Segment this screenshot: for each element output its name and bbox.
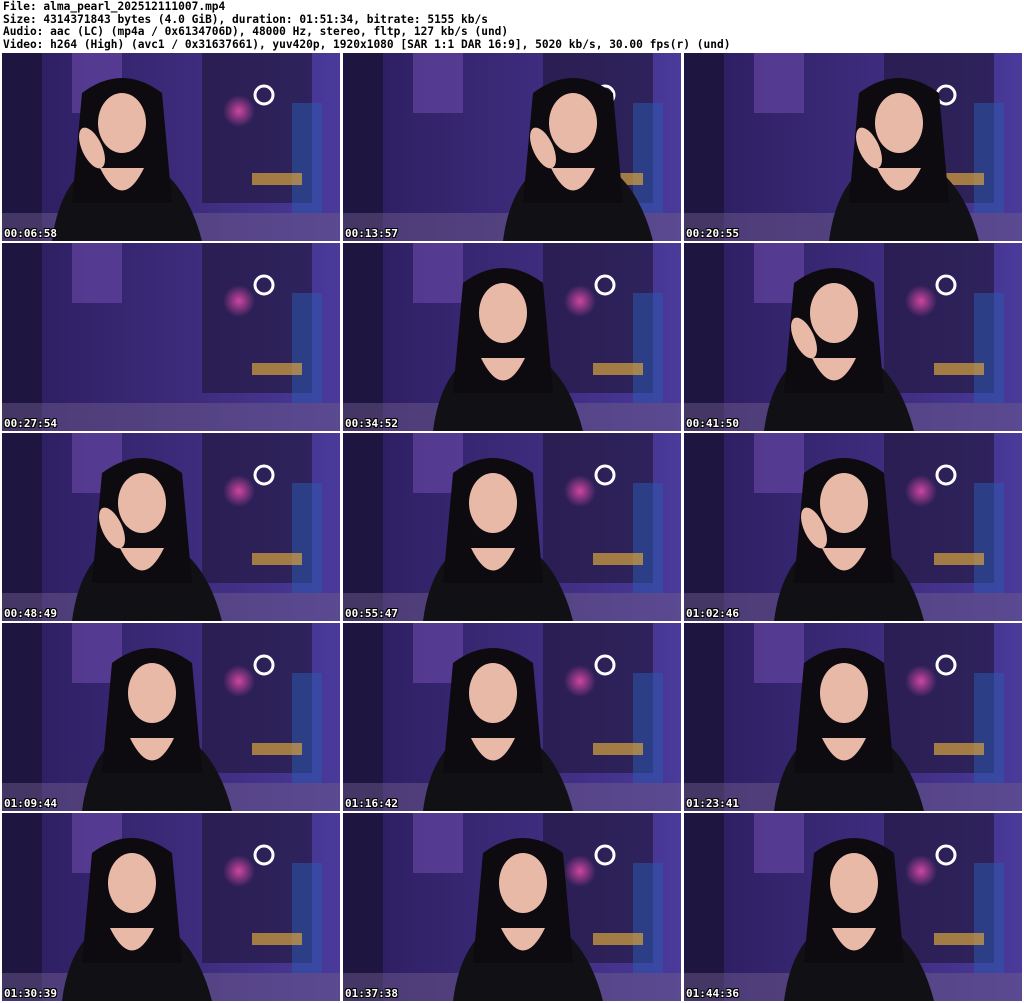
- thumbnail-timestamp: 01:30:39: [4, 987, 57, 1000]
- video-thumbnail: 01:16:42: [343, 623, 681, 811]
- thumbnail-timestamp: 00:13:57: [345, 227, 398, 240]
- thumbnail-scene: [2, 623, 340, 811]
- audio-line: Audio: aac (LC) (mp4a / 0x6134706D), 480…: [3, 25, 509, 38]
- thumbnail-scene: [2, 813, 340, 1001]
- thumbnail-scene: [343, 243, 681, 431]
- thumbnail-scene: [343, 433, 681, 621]
- thumbnail-scene: [684, 53, 1022, 241]
- thumbnail-timestamp: 01:23:41: [686, 797, 739, 810]
- video-thumbnail: 01:37:38: [343, 813, 681, 1001]
- thumbnail-scene: [684, 243, 1022, 431]
- thumbnail-timestamp: 00:06:58: [4, 227, 57, 240]
- file-name-line: File: alma_pearl_202512111007.mp4: [3, 0, 226, 13]
- video-thumbnail: 00:06:58: [2, 53, 340, 241]
- thumbnail-scene: [684, 623, 1022, 811]
- video-thumbnail: 00:20:55: [684, 53, 1022, 241]
- thumbnail-timestamp: 01:16:42: [345, 797, 398, 810]
- thumbnail-scene: [343, 623, 681, 811]
- thumbnail-timestamp: 00:55:47: [345, 607, 398, 620]
- video-thumbnail: 01:44:36: [684, 813, 1022, 1001]
- file-info-header: File: alma_pearl_202512111007.mp4 Size: 4…: [3, 0, 1021, 51]
- thumbnail-timestamp: 01:37:38: [345, 987, 398, 1000]
- thumbnail-scene: [343, 813, 681, 1001]
- thumbnail-scene: [684, 813, 1022, 1001]
- video-thumbnail: 00:34:52: [343, 243, 681, 431]
- thumbnail-timestamp: 01:44:36: [686, 987, 739, 1000]
- thumbnail-scene: [343, 53, 681, 241]
- thumbnail-timestamp: 00:48:49: [4, 607, 57, 620]
- thumbnail-scene: [2, 433, 340, 621]
- thumbnail-grid: 00:06:58 00:13:57 00:20:55 00:27:54 00:3…: [2, 53, 1022, 1001]
- thumbnail-timestamp: 00:41:50: [686, 417, 739, 430]
- thumbnail-scene: [2, 53, 340, 241]
- video-thumbnail: 01:23:41: [684, 623, 1022, 811]
- video-thumbnail: 01:30:39: [2, 813, 340, 1001]
- thumbnail-timestamp: 00:20:55: [686, 227, 739, 240]
- video-thumbnail: 01:02:46: [684, 433, 1022, 621]
- thumbnail-scene: [684, 433, 1022, 621]
- video-line: Video: h264 (High) (avc1 / 0x31637661), …: [3, 37, 731, 51]
- thumbnail-timestamp: 01:02:46: [686, 607, 739, 620]
- video-thumbnail: 00:41:50: [684, 243, 1022, 431]
- thumbnail-scene: [2, 243, 340, 431]
- thumbnail-timestamp: 00:34:52: [345, 417, 398, 430]
- video-thumbnail: 01:09:44: [2, 623, 340, 811]
- thumbnail-timestamp: 01:09:44: [4, 797, 57, 810]
- video-thumbnail: 00:48:49: [2, 433, 340, 621]
- video-thumbnail: 00:13:57: [343, 53, 681, 241]
- thumbnail-timestamp: 00:27:54: [4, 417, 57, 430]
- video-thumbnail: 00:55:47: [343, 433, 681, 621]
- video-thumbnail: 00:27:54: [2, 243, 340, 431]
